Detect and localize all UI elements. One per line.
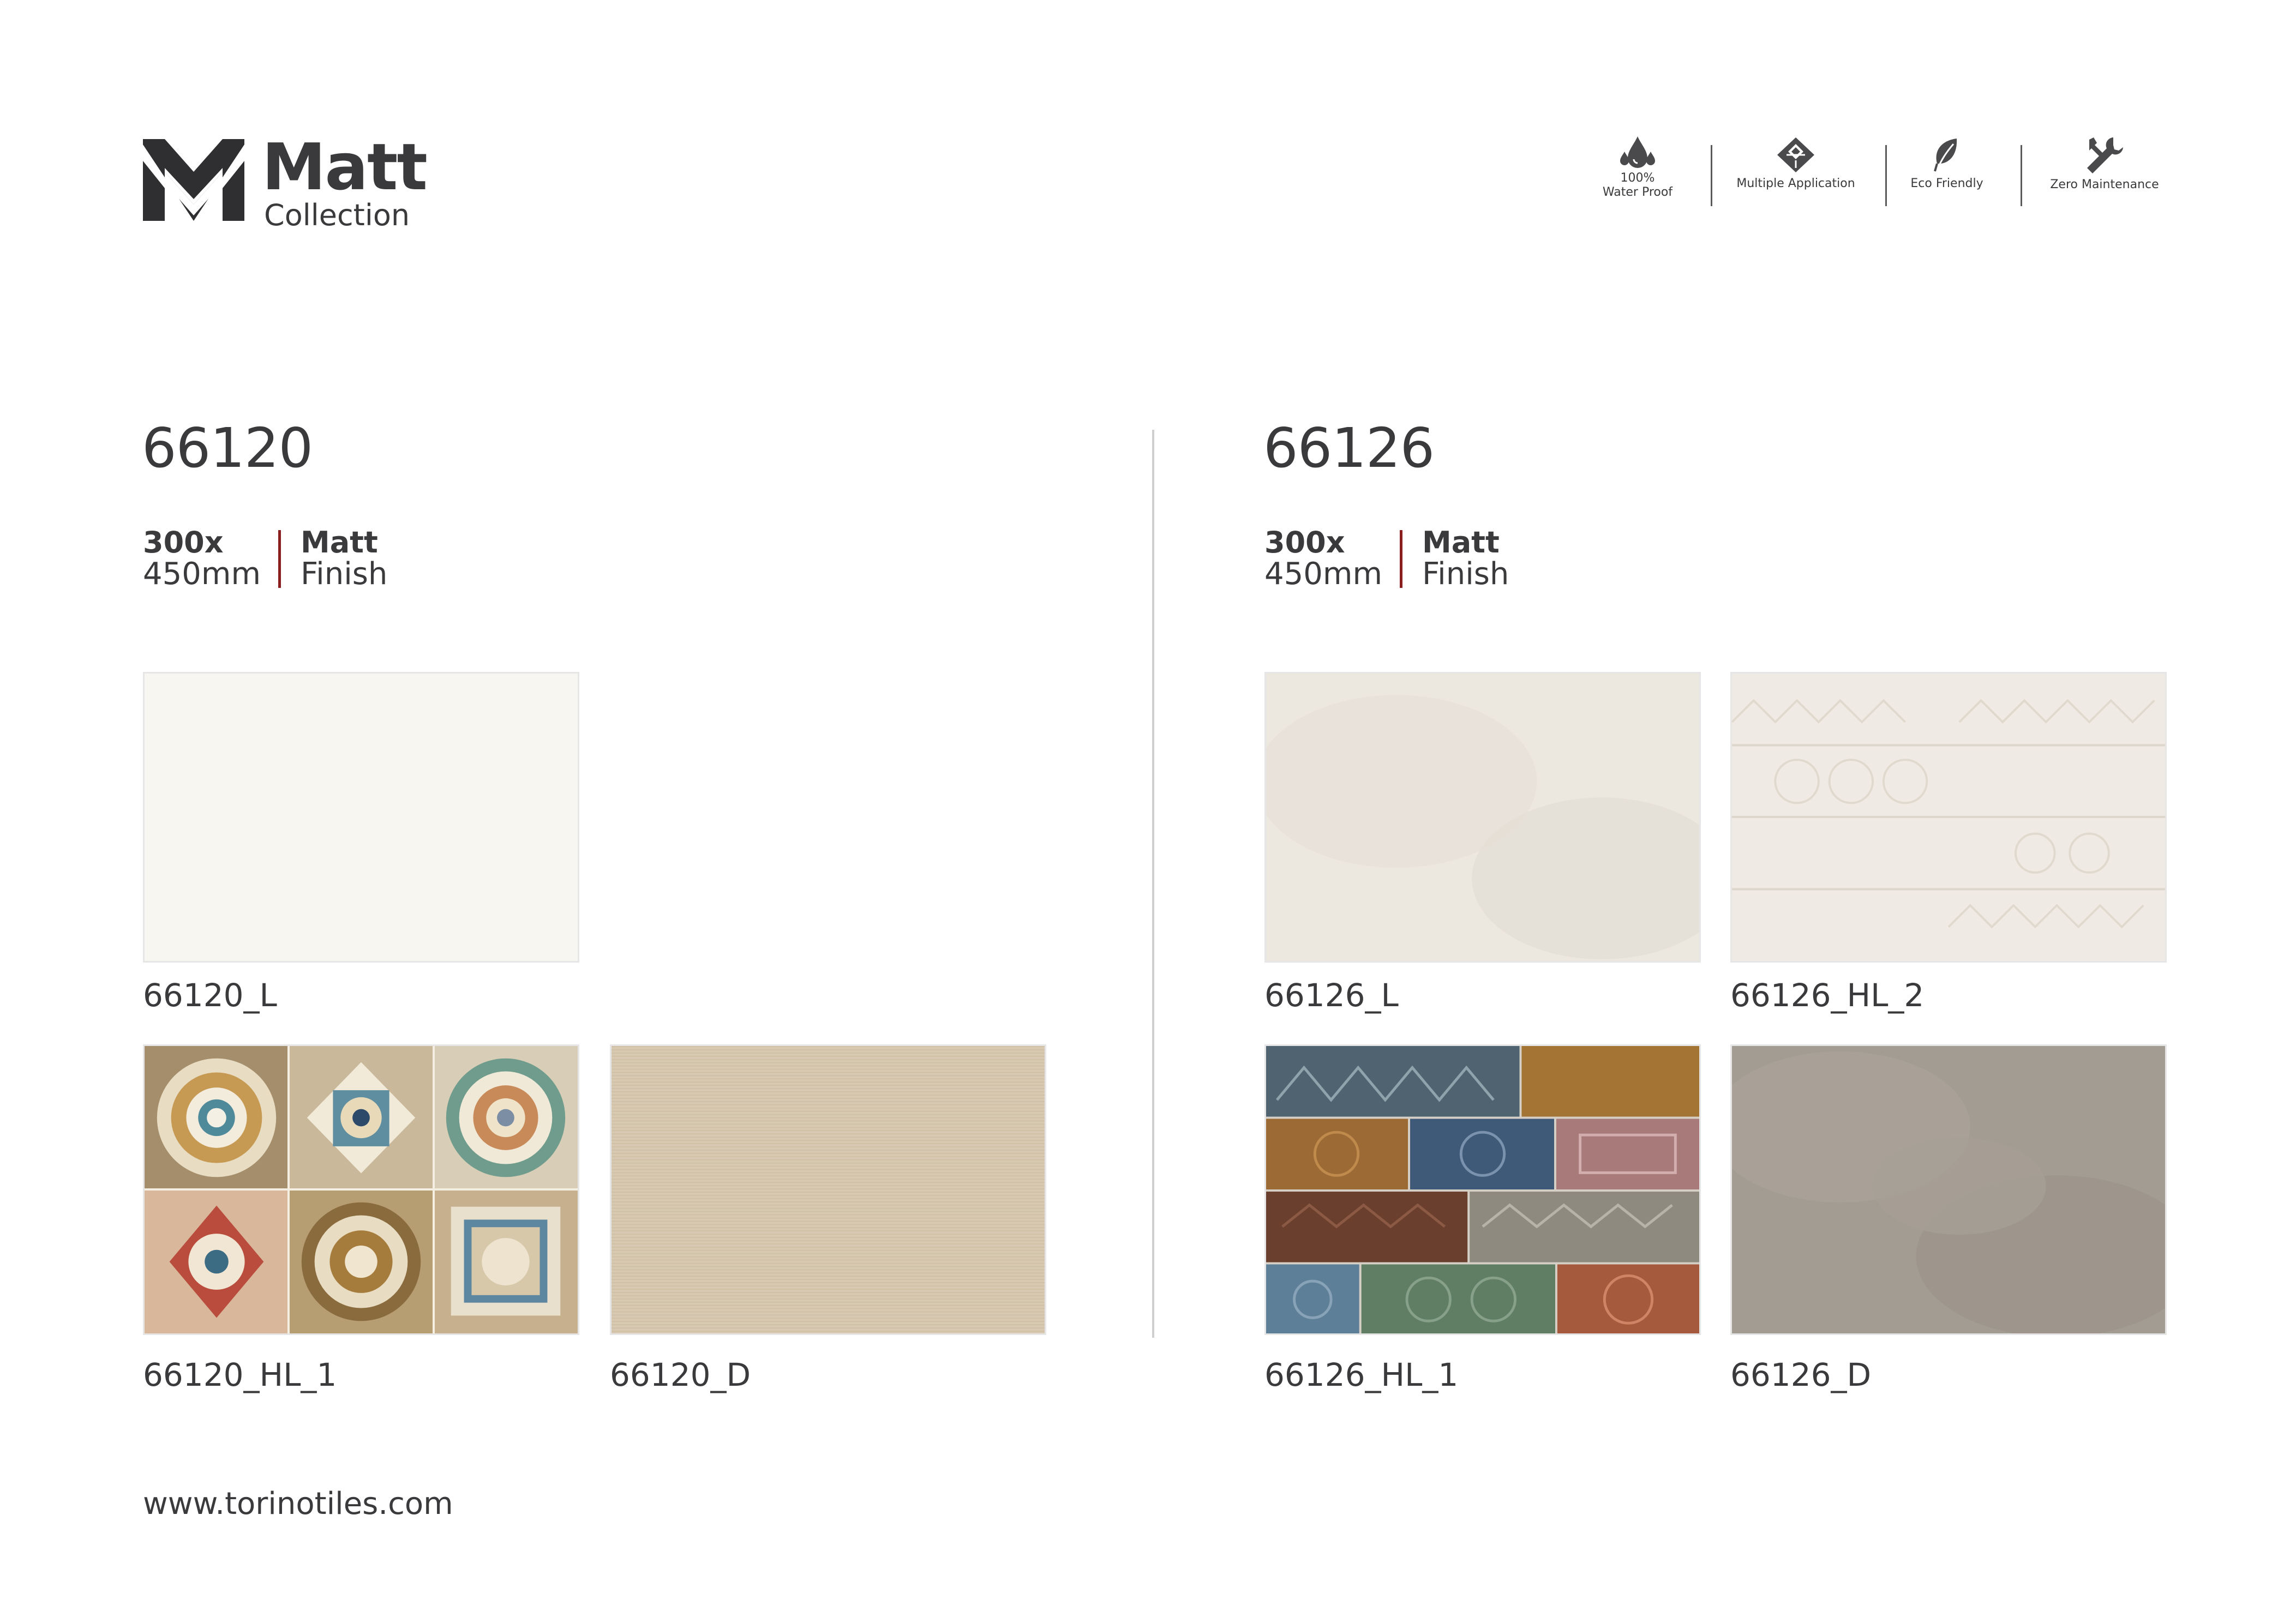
tile-image [143, 672, 579, 963]
section-divider [1152, 430, 1154, 1338]
leaf-icon [1934, 139, 1957, 172]
tiles-diamond-icon [1777, 137, 1814, 172]
product-spec: 300x 450mm Matt Finish [1264, 527, 1509, 590]
tile-image [143, 1044, 579, 1335]
tile-label: 66126_HL_1 [1264, 1356, 1459, 1393]
product-spec: 300x 450mm Matt Finish [143, 527, 387, 590]
product-code: 66126 [1263, 416, 1435, 480]
feature-multiple-application-label: Multiple Application [1736, 177, 1855, 190]
feature-eco-friendly-label: Eco Friendly [1910, 177, 1983, 190]
tile-label: 66126_HL_2 [1730, 977, 1925, 1014]
feature-divider [1885, 145, 1887, 206]
finish-line1: Matt [301, 525, 378, 560]
double-chevron-logo-icon [143, 139, 244, 221]
tile-label: 66120_D [610, 1356, 751, 1393]
tile-label: 66126_D [1730, 1356, 1872, 1393]
spec-divider [1400, 530, 1402, 588]
feature-icons: 100% Water Proof Multiple Application Ec… [1592, 135, 2170, 212]
tile-label: 66120_HL_1 [143, 1356, 337, 1393]
tile-image [1264, 1044, 1701, 1335]
tile-label: 66120_L [143, 977, 277, 1014]
feature-divider [2021, 145, 2022, 206]
size-line2: 450mm [143, 556, 261, 592]
size-line2: 450mm [1264, 556, 1382, 592]
brand-title: Matt [262, 129, 428, 205]
tile-image [1730, 1044, 2167, 1335]
size-line1: 300x [143, 525, 224, 560]
tile-image [610, 1044, 1046, 1335]
feature-eco-friendly: Eco Friendly [1897, 135, 1997, 212]
finish-line1: Matt [1422, 525, 1500, 560]
feature-water-proof-line2: Water Proof [1602, 185, 1673, 199]
brand-logo: Matt Collection [143, 135, 428, 232]
feature-zero-maintenance-label: Zero Maintenance [2050, 178, 2159, 191]
wrench-icon [2087, 137, 2123, 173]
tile-image [1730, 672, 2167, 963]
tile-image [1264, 672, 1701, 963]
spec-divider [278, 530, 281, 588]
brand-subtitle: Collection [264, 198, 410, 232]
feature-zero-maintenance: Zero Maintenance [2039, 135, 2170, 212]
feature-water-proof: 100% Water Proof [1592, 135, 1683, 212]
water-drop-icon [1620, 136, 1655, 168]
size-line1: 300x [1264, 525, 1345, 560]
website-link[interactable]: www.torinotiles.com [143, 1488, 453, 1520]
product-code: 66120 [142, 416, 313, 480]
finish-line2: Finish [301, 556, 388, 592]
finish-line2: Finish [1422, 556, 1509, 592]
feature-multiple-application: Multiple Application [1727, 135, 1865, 212]
feature-water-proof-line1: 100% [1620, 171, 1655, 185]
feature-divider [1711, 145, 1712, 206]
tile-label: 66126_L [1264, 977, 1399, 1014]
